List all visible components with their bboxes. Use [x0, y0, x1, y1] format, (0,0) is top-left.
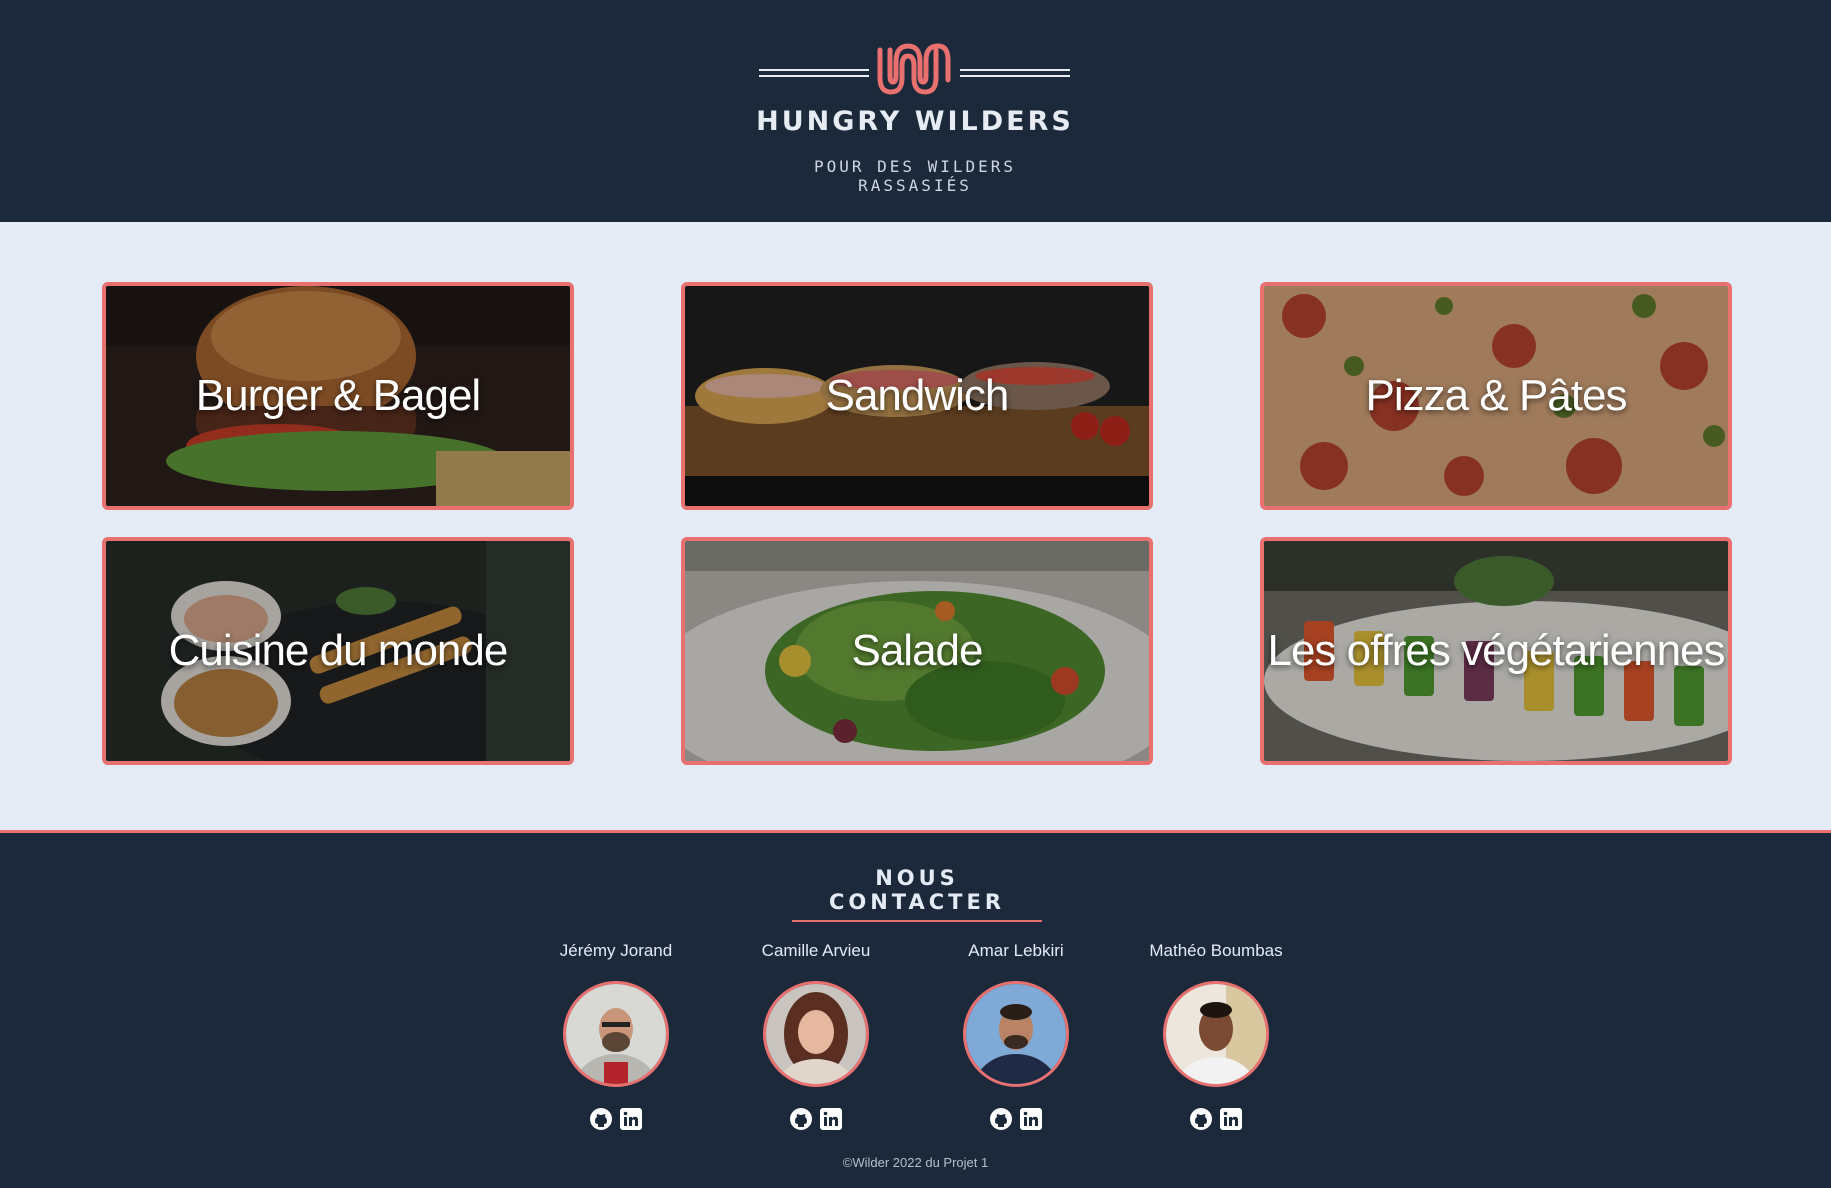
member-name: Camille Arvieu	[761, 941, 871, 960]
site-logo[interactable]: HUNGRY WILDERS POUR DES WILDERS RASSASIÉ…	[756, 40, 1074, 195]
logo-line-left-bottom	[759, 75, 869, 77]
social-links	[716, 1107, 916, 1133]
github-icon[interactable]	[789, 1107, 813, 1131]
team-member: Amar Lebkiri	[916, 941, 1116, 1133]
member-photo	[1166, 984, 1266, 1084]
copyright-text: ©Wilder 2022 du Projet 1	[842, 1155, 989, 1170]
avatar	[563, 981, 669, 1087]
social-links	[516, 1107, 716, 1133]
category-title: Pizza & Pâtes	[1365, 371, 1628, 420]
logo-line-right-bottom	[960, 75, 1070, 77]
member-name: Jérémy Jorand	[559, 941, 673, 960]
category-title: Sandwich	[825, 371, 1010, 420]
category-card-burger-bagel[interactable]: Burger & Bagel	[102, 282, 574, 510]
avatar	[763, 981, 869, 1087]
member-photo	[966, 984, 1066, 1084]
member-name: Mathéo Boumbas	[1149, 941, 1283, 960]
contact-title: NOUS CONTACTER	[792, 866, 1042, 922]
linkedin-icon[interactable]	[1019, 1107, 1043, 1131]
category-card-offres-vegetariennes[interactable]: Les offres végétariennes	[1260, 537, 1732, 765]
member-name: Amar Lebkiri	[968, 941, 1064, 960]
github-icon[interactable]	[989, 1107, 1013, 1131]
category-title: Cuisine du monde	[168, 626, 509, 675]
avatar	[1163, 981, 1269, 1087]
category-card-pizza-pates[interactable]: Pizza & Pâtes	[1260, 282, 1732, 510]
team-member: Camille Arvieu	[716, 941, 916, 1133]
category-card-sandwich[interactable]: Sandwich	[681, 282, 1153, 510]
avatar	[963, 981, 1069, 1087]
linkedin-icon[interactable]	[1219, 1107, 1243, 1131]
social-links	[916, 1107, 1116, 1133]
site-header: HUNGRY WILDERS POUR DES WILDERS RASSASIÉ…	[0, 0, 1831, 222]
github-icon[interactable]	[589, 1107, 613, 1131]
member-photo	[766, 984, 866, 1084]
wave-w-logo-icon	[877, 43, 951, 95]
linkedin-icon[interactable]	[619, 1107, 643, 1131]
brand-tagline: POUR DES WILDERS RASSASIÉS	[813, 157, 1017, 195]
category-card-cuisine-du-monde[interactable]: Cuisine du monde	[102, 537, 574, 765]
site-footer: NOUS CONTACTER Jérémy Jorand Camille Arv…	[0, 830, 1831, 1188]
category-title: Salade	[851, 626, 983, 675]
category-card-salade[interactable]: Salade	[681, 537, 1153, 765]
github-icon[interactable]	[1189, 1107, 1213, 1131]
linkedin-icon[interactable]	[819, 1107, 843, 1131]
logo-line-right-top	[960, 69, 1070, 71]
member-photo	[566, 984, 666, 1084]
team-member: Jérémy Jorand	[516, 941, 716, 1133]
category-title: Les offres végétariennes	[1267, 626, 1725, 675]
category-title: Burger & Bagel	[195, 371, 481, 420]
category-grid: Burger & Bagel Sandwich Pizza & Pâtes Cu…	[0, 222, 1831, 830]
team-member: Mathéo Boumbas	[1116, 941, 1316, 1133]
logo-line-left-top	[759, 69, 869, 71]
social-links	[1116, 1107, 1316, 1133]
brand-name: HUNGRY WILDERS	[756, 106, 1074, 137]
